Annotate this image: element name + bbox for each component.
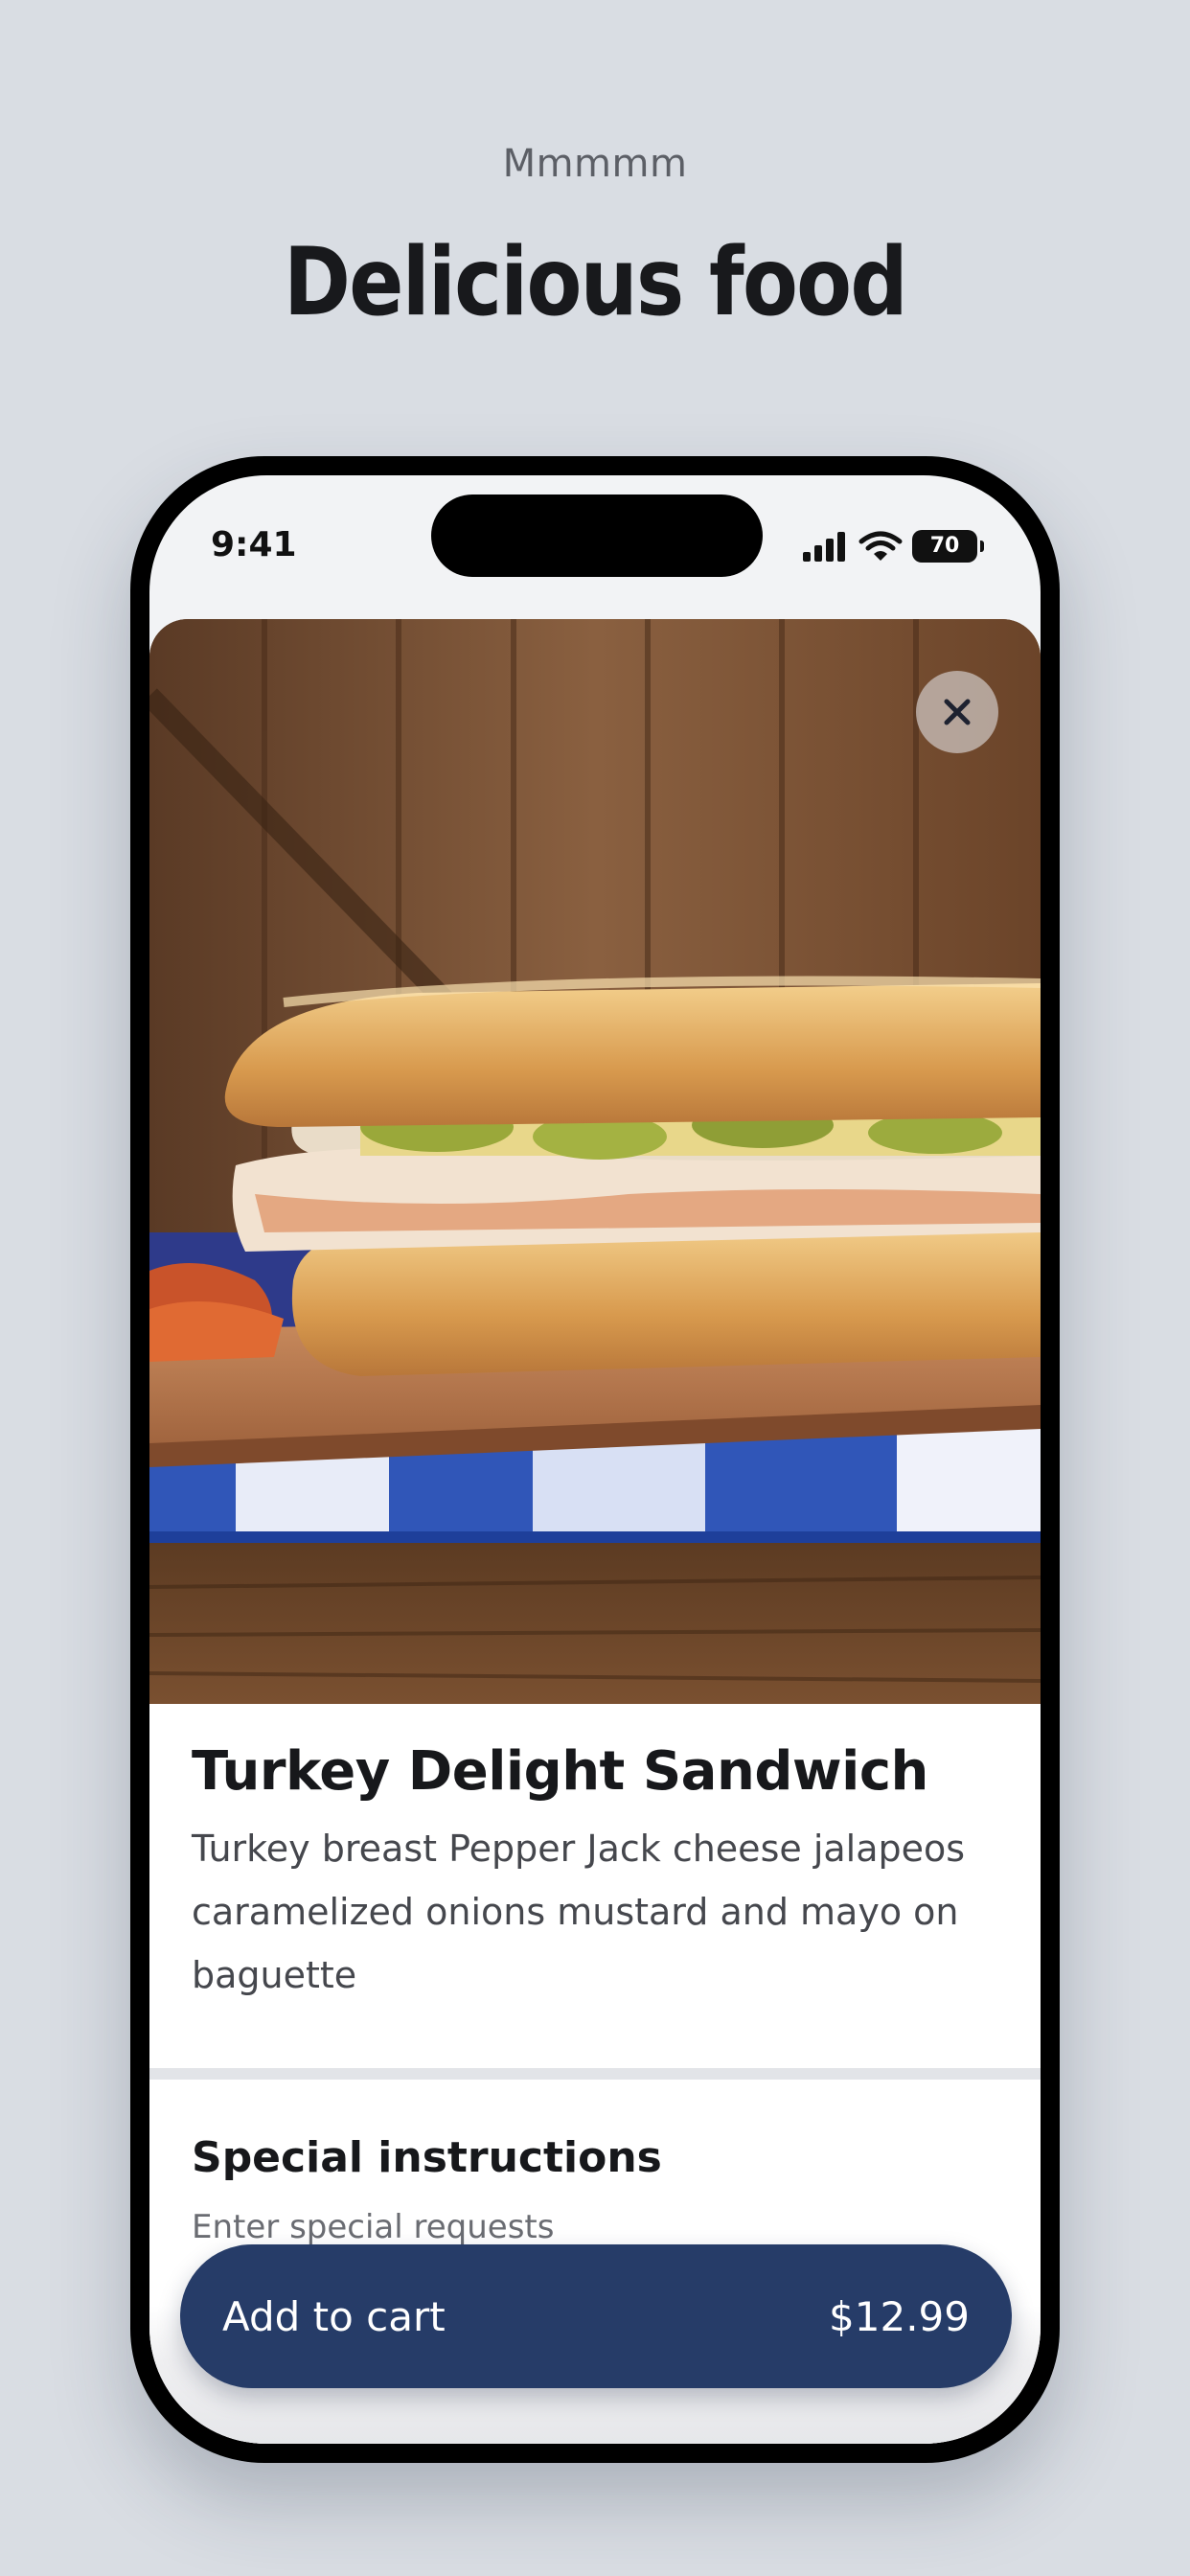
special-instructions-title: Special instructions [192, 2133, 662, 2182]
page-title: Delicious food [284, 228, 908, 337]
status-icons: 70 [801, 527, 984, 565]
section-divider [149, 2068, 1041, 2080]
product-name: Turkey Delight Sandwich [192, 1740, 928, 1803]
status-bar: 9:41 70 [149, 475, 1041, 619]
special-instructions-input[interactable] [192, 2208, 996, 2246]
add-to-cart-label: Add to cart [222, 2292, 446, 2340]
phone-frame: 9:41 70 Turkey Delight Sandwich Turkey b… [130, 456, 1060, 2463]
product-description: Turkey breast Pepper Jack cheese jalapeo… [192, 1828, 966, 1996]
close-icon [944, 699, 971, 725]
cart-price: $12.99 [829, 2292, 970, 2340]
product-sheet: Turkey Delight Sandwich Turkey breast Pe… [149, 619, 1041, 2444]
battery-icon: 70 [912, 530, 984, 563]
dynamic-island [431, 494, 763, 577]
sandwich-photo [149, 619, 1041, 1704]
phone-screen: 9:41 70 Turkey Delight Sandwich Turkey b… [149, 475, 1041, 2444]
wifi-icon [858, 531, 903, 561]
page-kicker: Mmmmm [502, 142, 688, 186]
signal-icon [803, 532, 845, 562]
close-button[interactable] [916, 671, 998, 753]
add-to-cart-button[interactable]: Add to cart $12.99 [180, 2244, 1012, 2388]
status-time: 9:41 [211, 525, 297, 564]
product-image [149, 619, 1041, 1704]
